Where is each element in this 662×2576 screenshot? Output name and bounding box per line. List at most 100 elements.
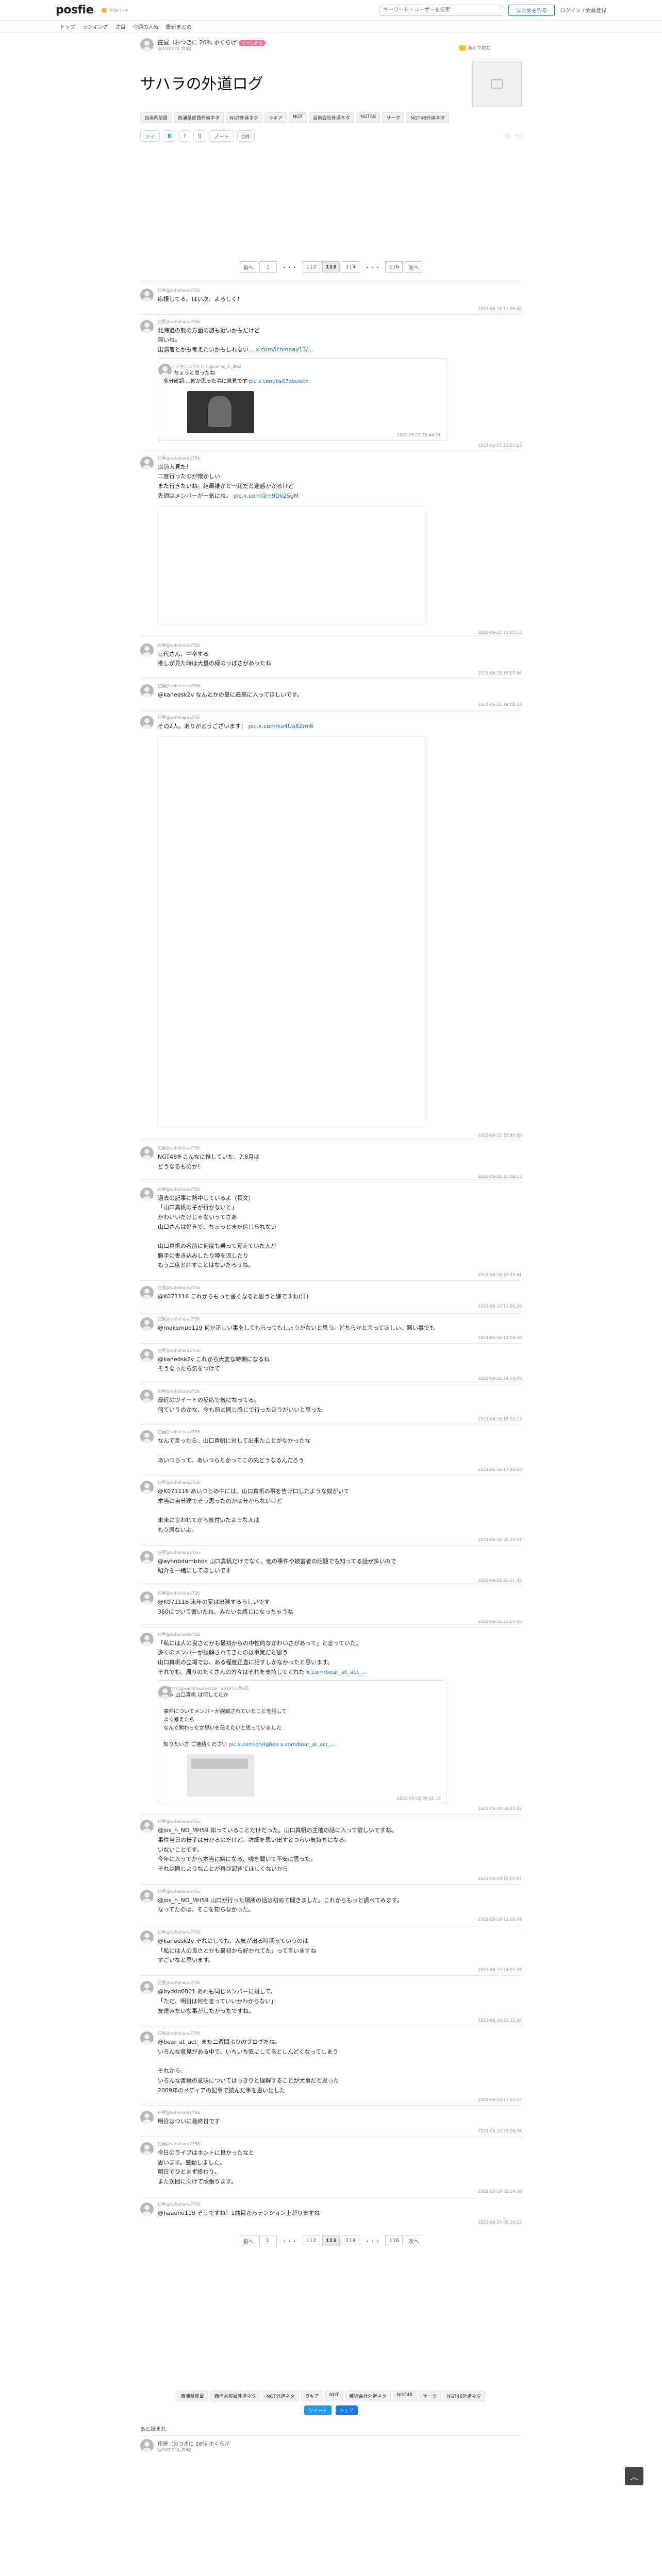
post-author[interactable]: 庄屋@sahahara2756 [158,715,522,720]
embedded-tweet[interactable]: 高木さん@aaddhouses119 · 2019年1月9日にゃ 山口真帆 は何… [158,1680,446,1805]
avatar[interactable] [140,1286,154,1300]
post-author[interactable]: 庄屋@sahahara2756 [158,2201,522,2207]
page-112[interactable]: 112 [302,261,320,273]
post-author[interactable]: 庄屋@sahahara2756 [158,1590,522,1596]
tag[interactable]: 西浦県部員外道ネタ [174,112,224,123]
post-author[interactable]: 庄屋@sahahara2756 [158,1316,522,1322]
avatar[interactable] [140,1889,154,1903]
post-author[interactable]: 庄屋@sahahara2756 [158,1889,522,1894]
post-author[interactable]: 庄屋@sahahara2756 [158,1187,522,1192]
page-first[interactable]: 1 [259,2235,277,2247]
post-author[interactable]: 庄屋@sahahara2756 [158,1145,522,1151]
post-author[interactable]: 庄屋@sahahara2756 [158,1632,522,1637]
post-author[interactable]: 庄屋@sahahara2756 [158,1285,522,1291]
avatar[interactable] [140,1430,154,1444]
read-later[interactable]: あとで読む [459,44,491,51]
avatar[interactable] [140,2142,154,2156]
avatar[interactable] [140,1550,154,1564]
tag[interactable]: 西浦県部員 [176,2391,208,2402]
post-author[interactable]: 庄屋@sahahara2756 [158,2030,522,2036]
search-input[interactable] [379,4,504,16]
avatar[interactable] [140,1632,154,1646]
avatar[interactable] [140,319,154,333]
avatar[interactable] [140,1981,154,1995]
avatar[interactable] [140,643,154,657]
post-author[interactable]: 庄屋@sahahara2756 [158,1429,522,1435]
tag[interactable]: NGT [325,2391,343,2402]
fb-share-button[interactable]: シェア [335,2405,358,2416]
avatar[interactable] [140,684,154,698]
more-pill[interactable]: もっと見る [239,40,266,46]
tag[interactable]: NGT48外道ネタ [406,112,449,123]
tag[interactable]: NGT48 [356,112,380,123]
next-button[interactable]: 次へ [405,2235,423,2247]
avatar[interactable] [140,1481,154,1495]
avatar[interactable] [140,1146,154,1160]
avatar[interactable] [140,1930,154,1944]
author-name[interactable]: 庄屋（おつきに 26％ ホくらげ もっと見る [158,38,266,46]
nav-ranking[interactable]: ランキング [82,23,108,30]
prev-button[interactable]: 前へ [239,2235,257,2247]
site-logo[interactable]: posfie [56,4,94,16]
twitter-share-button[interactable]: ツイ [140,130,160,142]
tag[interactable]: NGT48外道ネタ [442,2391,486,2402]
tag[interactable]: 芸術会社外道ネタ [308,112,354,123]
star-icon[interactable]: ☆ [504,132,510,140]
post-author[interactable]: 庄屋@sahahara2756 [158,1929,522,1935]
tag[interactable]: ラキア [301,2391,323,2402]
post-author[interactable]: 庄屋@sahahara2756 [158,1550,522,1555]
post-author[interactable]: 庄屋@sahahara2756 [158,2141,522,2147]
nav-weekly[interactable]: 今週の人気 [133,23,159,30]
more-icon[interactable]: ⋯ [515,132,522,140]
create-button[interactable]: まとめを作る [508,4,555,16]
avatar[interactable] [140,2111,154,2125]
tag[interactable]: 芸術会社外道ネタ [345,2391,391,2402]
page-last[interactable]: 116 [385,261,403,273]
tag[interactable]: 西浦県部員 [140,112,172,123]
page-current[interactable]: 113 [322,2235,340,2247]
login-link[interactable]: ログイン / 会員登録 [560,6,606,14]
media-card[interactable] [158,506,426,625]
avatar[interactable] [140,289,154,302]
hatena-button[interactable]: B [163,130,176,142]
post-link[interactable]: x.com/ichinbay13/... [256,346,313,353]
avatar[interactable] [140,1187,154,1201]
page-current[interactable]: 113 [322,261,340,273]
embedded-tweet[interactable]: なんと人生に入りたい人@name_in_life2 あ、ちょっと思ったね 多分確認… [158,358,446,441]
avatar[interactable] [140,456,154,470]
avatar[interactable] [140,1820,154,1834]
avatar[interactable] [140,1389,154,1403]
tweet-button[interactable]: ツイート [304,2405,332,2416]
media-card[interactable] [158,736,426,1128]
post-author[interactable]: 庄屋@sahahara2756 [158,1388,522,1394]
tag[interactable]: サーク [418,2391,441,2402]
tag[interactable]: 西浦県部員外道ネタ [210,2391,260,2402]
back-to-top-button[interactable]: ︿ [625,2467,643,2485]
prev-button[interactable]: 前へ [239,261,257,273]
embed-link[interactable]: pic.x.com/phHg6eo x.com/bear_at_act_... [228,1742,335,1748]
avatar[interactable] [140,1591,154,1605]
post-author[interactable]: 庄屋@sahahara2756 [158,319,522,325]
nav-latest[interactable]: 最新まとめ [166,23,192,30]
post-author[interactable]: 庄屋@sahahara2756 [158,1819,522,1824]
post-author[interactable]: 庄屋@sahahara2756 [158,1980,522,1986]
avatar[interactable] [140,2202,154,2216]
nav-trending[interactable]: 注目 [115,23,126,30]
next-button[interactable]: 次へ [405,261,423,273]
post-author[interactable]: 庄屋@sahahara2756 [158,642,522,648]
page-114[interactable]: 114 [342,2235,360,2247]
post-author[interactable]: 庄屋@sahahara2756 [158,1480,522,1485]
tag[interactable]: ラキア [264,112,287,123]
post-author[interactable]: 庄屋@sahahara2756 [158,683,522,689]
related-card[interactable]: 庄屋（おつきに 26％ ホくらげ @tomoru_ttag [140,2435,522,2453]
avatar[interactable] [140,1348,154,1362]
tag[interactable]: NGT48 [392,2391,417,2402]
page-112[interactable]: 112 [302,2235,320,2247]
embed-link[interactable]: pic.x.com/bsC7obuwkx [249,379,308,384]
page-114[interactable]: 114 [342,261,360,273]
post-link[interactable]: pic.x.com/ke4Ua8Zml6 [249,723,314,730]
post-author[interactable]: 庄屋@sahahara2756 [158,287,522,293]
post-author[interactable]: 庄屋@sahahara2756 [158,2110,522,2115]
page-first[interactable]: 1 [259,261,277,273]
post-link[interactable]: x.com/bear_at_act_... [306,1669,367,1675]
